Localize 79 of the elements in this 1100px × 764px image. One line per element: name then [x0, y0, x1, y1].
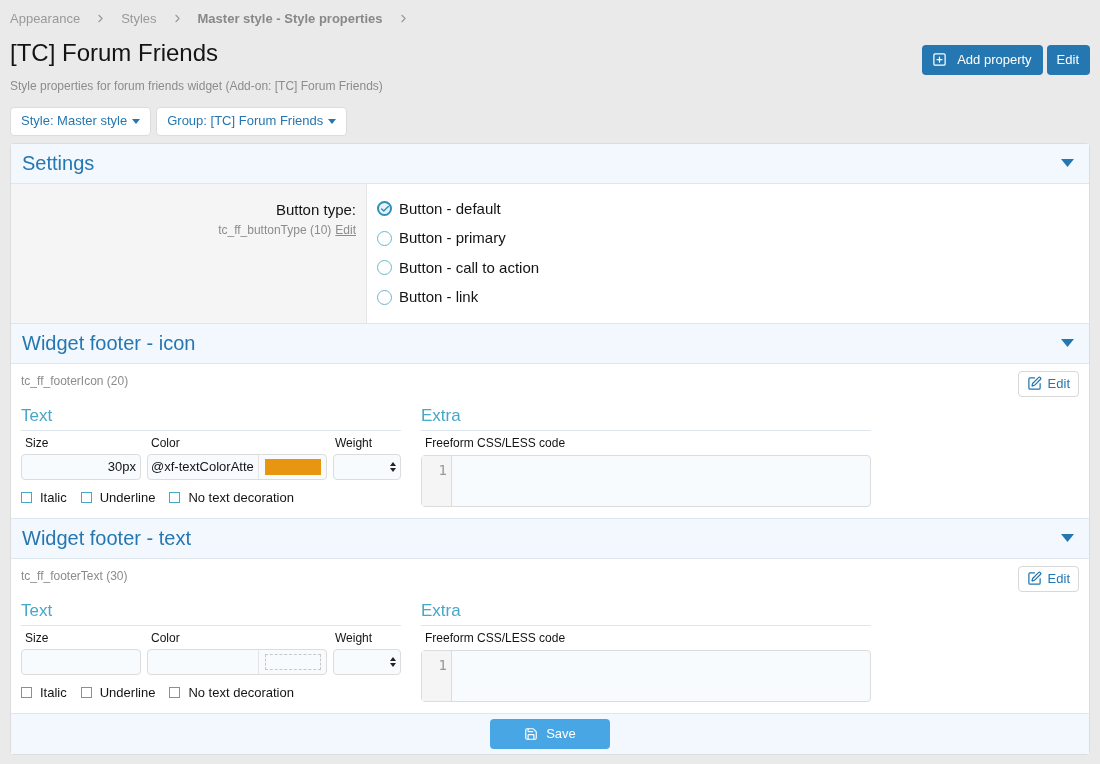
checkbox-label: No text decoration	[188, 684, 294, 702]
color-label: Color	[150, 435, 181, 452]
collapse-caret-icon	[1061, 339, 1074, 347]
caret-icon	[328, 118, 337, 124]
checkbox-label: Underline	[99, 489, 156, 507]
radio-button[interactable]	[377, 289, 392, 305]
section-header[interactable]: Settings	[11, 143, 1089, 184]
empty-color-swatch[interactable]	[264, 654, 321, 670]
field-label: Button type:	[275, 199, 356, 220]
group-heading: Text	[21, 597, 401, 626]
edit-button[interactable]: Edit	[1046, 44, 1090, 75]
group-heading: Extra	[421, 402, 871, 431]
checkbox-label: Italic	[40, 684, 67, 702]
property-name: tc_ff_footerIcon (20)	[21, 372, 129, 390]
property-name: tc_ff_buttonType (10)	[218, 222, 332, 239]
breadcrumb-link[interactable]: Styles	[121, 9, 157, 29]
add-property-button[interactable]: Add property	[922, 44, 1043, 75]
size-label: Size	[24, 435, 50, 452]
line-number: 1	[438, 461, 447, 480]
color-input[interactable]	[147, 649, 327, 675]
save-icon	[524, 726, 539, 741]
checkbox[interactable]	[169, 687, 181, 699]
size-input[interactable]: 30px	[21, 454, 141, 480]
checkbox-label: Underline	[99, 684, 156, 702]
edit-link[interactable]: Edit	[335, 221, 356, 239]
checkbox[interactable]	[169, 492, 181, 504]
checkbox[interactable]	[21, 687, 32, 699]
filter-dropdown[interactable]: Style: Master style	[10, 106, 152, 136]
group-heading: Text	[21, 402, 401, 431]
radio-button[interactable]	[377, 260, 392, 276]
color-swatch[interactable]	[264, 459, 321, 475]
property-name: tc_ff_footerText (30)	[21, 567, 128, 585]
size-label: Size	[24, 630, 50, 647]
checkbox-label: Italic	[40, 489, 67, 507]
group-heading: Extra	[421, 597, 871, 626]
radio-label: Button - primary	[399, 228, 506, 248]
breadcrumb-link[interactable]: Master style - Style properties	[197, 9, 383, 29]
page-description: Style properties for forum friends widget (Add-on: [TC] Forum Friends)	[10, 77, 384, 95]
section-title: Settings	[22, 151, 95, 176]
weight-select[interactable]	[333, 649, 401, 675]
radio-button[interactable]	[377, 201, 392, 217]
radio-button[interactable]	[377, 230, 392, 246]
add-icon	[932, 52, 948, 67]
section-header[interactable]: Widget footer - text	[11, 518, 1089, 559]
section-title: Widget footer - text	[22, 526, 191, 551]
edit-icon	[1026, 376, 1042, 391]
save-button[interactable]: Save	[490, 718, 610, 749]
page-title: [TC] Forum Friends	[10, 37, 219, 68]
size-input[interactable]	[21, 649, 141, 675]
code-editor[interactable]: 1	[421, 455, 871, 507]
edit-button[interactable]: Edit	[1017, 565, 1079, 592]
collapse-caret-icon	[1061, 534, 1074, 542]
checkbox[interactable]	[80, 492, 92, 504]
code-editor[interactable]: 1	[421, 650, 871, 702]
caret-icon	[132, 118, 141, 124]
collapse-caret-icon	[1061, 159, 1074, 167]
select-arrows-icon	[390, 657, 396, 667]
section-header[interactable]: Widget footer - icon	[11, 323, 1089, 364]
weight-select[interactable]	[333, 454, 401, 480]
check-icon	[379, 203, 390, 214]
edit-icon	[1026, 571, 1042, 586]
color-label: Color	[150, 630, 181, 647]
checkbox[interactable]	[21, 492, 32, 504]
weight-label: Weight	[334, 630, 374, 647]
radio-label: Button - call to action	[399, 257, 540, 278]
breadcrumb-link[interactable]: Appearance	[10, 9, 81, 29]
checkbox-label: No text decoration	[188, 489, 294, 507]
section-title: Widget footer - icon	[22, 331, 196, 356]
checkbox[interactable]	[80, 687, 92, 699]
code-label: Freeform CSS/LESS code	[424, 630, 567, 647]
filter-dropdown[interactable]: Group: [TC] Forum Friends	[156, 106, 348, 136]
radio-label: Button - default	[399, 198, 501, 219]
code-label: Freeform CSS/LESS code	[424, 435, 567, 452]
select-arrows-icon	[390, 462, 396, 472]
edit-button[interactable]: Edit	[1017, 370, 1079, 397]
radio-label: Button - link	[399, 287, 479, 307]
weight-label: Weight	[334, 435, 374, 452]
line-number: 1	[438, 656, 447, 675]
color-input[interactable]: @xf-textColorAtte	[147, 454, 327, 480]
